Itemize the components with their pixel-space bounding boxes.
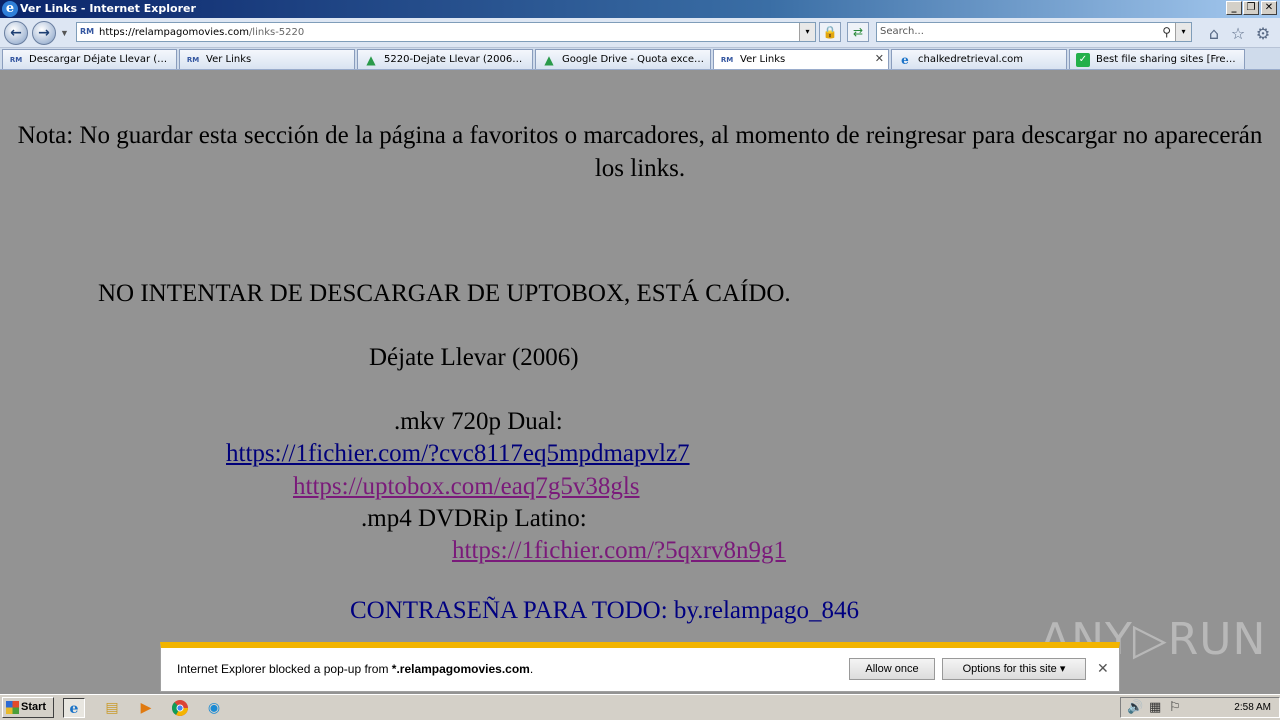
tab-google-drive-file[interactable]: ▲ 5220-Dejate Llevar (2006) ...	[357, 49, 533, 69]
search-icon[interactable]: ⚲	[1162, 24, 1171, 40]
refresh-icon[interactable]: ⇄	[847, 22, 869, 42]
tab-label: chalkedretrieval.com	[918, 54, 1024, 65]
tab-google-drive-quota[interactable]: ▲ Google Drive - Quota excee...	[535, 49, 711, 69]
site-favicon-icon: RM	[80, 27, 95, 36]
relampago-favicon-icon: RM	[720, 56, 734, 64]
tab-label: 5220-Dejate Llevar (2006) ...	[384, 54, 526, 65]
recent-pages-chevron-down-icon[interactable]: ▼	[60, 28, 69, 38]
relampago-favicon-icon: RM	[186, 56, 200, 64]
address-dropdown-icon[interactable]: ▾	[799, 23, 815, 41]
close-tab-icon[interactable]: ✕	[875, 52, 884, 66]
tab-ver-links-1[interactable]: RM Ver Links	[179, 49, 355, 69]
tab-bar: RM Descargar Déjate Llevar (2... RM Ver …	[0, 48, 1280, 70]
address-url[interactable]: https://relampagomovies.com/links-5220	[99, 26, 304, 39]
link-uptobox-mkv[interactable]: https://uptobox.com/eaq7g5v38gls	[293, 472, 640, 502]
google-drive-icon: ▲	[544, 53, 554, 67]
popup-blocked-notification: Internet Explorer blocked a pop-up from …	[160, 642, 1120, 692]
notification-message: Internet Explorer blocked a pop-up from …	[177, 662, 534, 676]
format-mp4-label: .mp4 DVDRip Latino:	[361, 505, 587, 532]
relampago-favicon-icon: RM	[9, 56, 23, 64]
media-player-icon[interactable]: ▶	[135, 698, 157, 718]
windows-logo-icon	[6, 701, 19, 714]
minimize-button[interactable]: _	[1226, 1, 1242, 15]
tab-label: Best file sharing sites [Free...	[1096, 54, 1238, 65]
search-box[interactable]: ⚲ ▾	[876, 22, 1192, 42]
taskbar: Start e ▤ ▶ ◉ 🔊 ▦ ⚐ 2:58 AM	[0, 694, 1280, 720]
start-button[interactable]: Start	[2, 697, 54, 718]
chrome-icon[interactable]	[169, 698, 191, 718]
back-button[interactable]: ←	[4, 21, 28, 45]
edge-icon[interactable]: ◉	[203, 698, 225, 718]
window-title: Ver Links - Internet Explorer	[20, 2, 196, 15]
tab-label: Ver Links	[206, 54, 252, 65]
tab-descargar-dejate-llevar[interactable]: RM Descargar Déjate Llevar (2...	[2, 49, 177, 69]
close-window-button[interactable]: ✕	[1261, 1, 1277, 15]
network-icon[interactable]: ▦	[1149, 699, 1161, 717]
page-content: Nota: No guardar esta sección de la pági…	[0, 71, 1280, 639]
internet-explorer-taskbar-icon[interactable]: e	[63, 698, 85, 718]
forward-button[interactable]: →	[32, 21, 56, 45]
ie-page-icon: e	[901, 53, 909, 67]
favorites-note: Nota: No guardar esta sección de la pági…	[17, 122, 1263, 182]
movie-title: Déjate Llevar (2006)	[369, 344, 579, 371]
close-notification-icon[interactable]: ✕	[1097, 661, 1109, 677]
file-explorer-icon[interactable]: ▤	[101, 698, 123, 718]
navigation-bar: ← → ▼ RM https://relampagomovies.com/lin…	[0, 18, 1280, 48]
checkmark-shield-icon: ✓	[1076, 53, 1090, 67]
google-drive-icon: ▲	[366, 53, 376, 67]
link-1fichier-mkv[interactable]: https://1fichier.com/?cvc8117eq5mpdmapvl…	[226, 439, 690, 469]
clock[interactable]: 2:58 AM	[1234, 701, 1271, 715]
system-tray: 🔊 ▦ ⚐ 2:58 AM	[1120, 697, 1280, 718]
tab-label: Google Drive - Quota excee...	[562, 54, 704, 65]
tab-best-file-sharing[interactable]: ✓ Best file sharing sites [Free...	[1069, 49, 1245, 69]
address-bar[interactable]: RM https://relampagomovies.com/links-522…	[76, 22, 816, 42]
home-icon[interactable]: ⌂	[1204, 24, 1224, 44]
favorites-star-icon[interactable]: ☆	[1228, 24, 1248, 44]
tab-label: Ver Links	[740, 54, 786, 65]
action-center-flag-icon[interactable]: ⚐	[1169, 699, 1181, 717]
volume-icon[interactable]: 🔊	[1127, 699, 1143, 717]
tab-chalkedretrieval[interactable]: e chalkedretrieval.com	[891, 49, 1067, 69]
format-mkv-label: .mkv 720p Dual:	[394, 408, 563, 435]
restore-button[interactable]: ❐	[1243, 1, 1259, 15]
tab-ver-links-active[interactable]: RM Ver Links ✕	[713, 49, 889, 69]
link-1fichier-mp4[interactable]: https://1fichier.com/?5qxrv8n9g1	[452, 536, 786, 566]
internet-explorer-icon: e	[2, 1, 18, 17]
title-bar: e Ver Links - Internet Explorer _ ❐ ✕	[0, 0, 1280, 18]
tools-gear-icon[interactable]: ⚙	[1253, 24, 1273, 44]
tab-label: Descargar Déjate Llevar (2...	[29, 54, 170, 65]
search-dropdown-icon[interactable]: ▾	[1175, 23, 1191, 41]
options-for-site-button[interactable]: Options for this site ▾	[942, 658, 1086, 680]
lock-icon[interactable]: 🔒	[819, 22, 841, 42]
allow-once-button[interactable]: Allow once	[849, 658, 935, 680]
password-text: CONTRASEÑA PARA TODO: by.relampago_846	[350, 597, 860, 624]
uptobox-warning: NO INTENTAR DE DESCARGAR DE UPTOBOX, EST…	[98, 280, 791, 307]
start-label: Start	[21, 701, 47, 713]
search-input[interactable]	[880, 25, 1150, 39]
